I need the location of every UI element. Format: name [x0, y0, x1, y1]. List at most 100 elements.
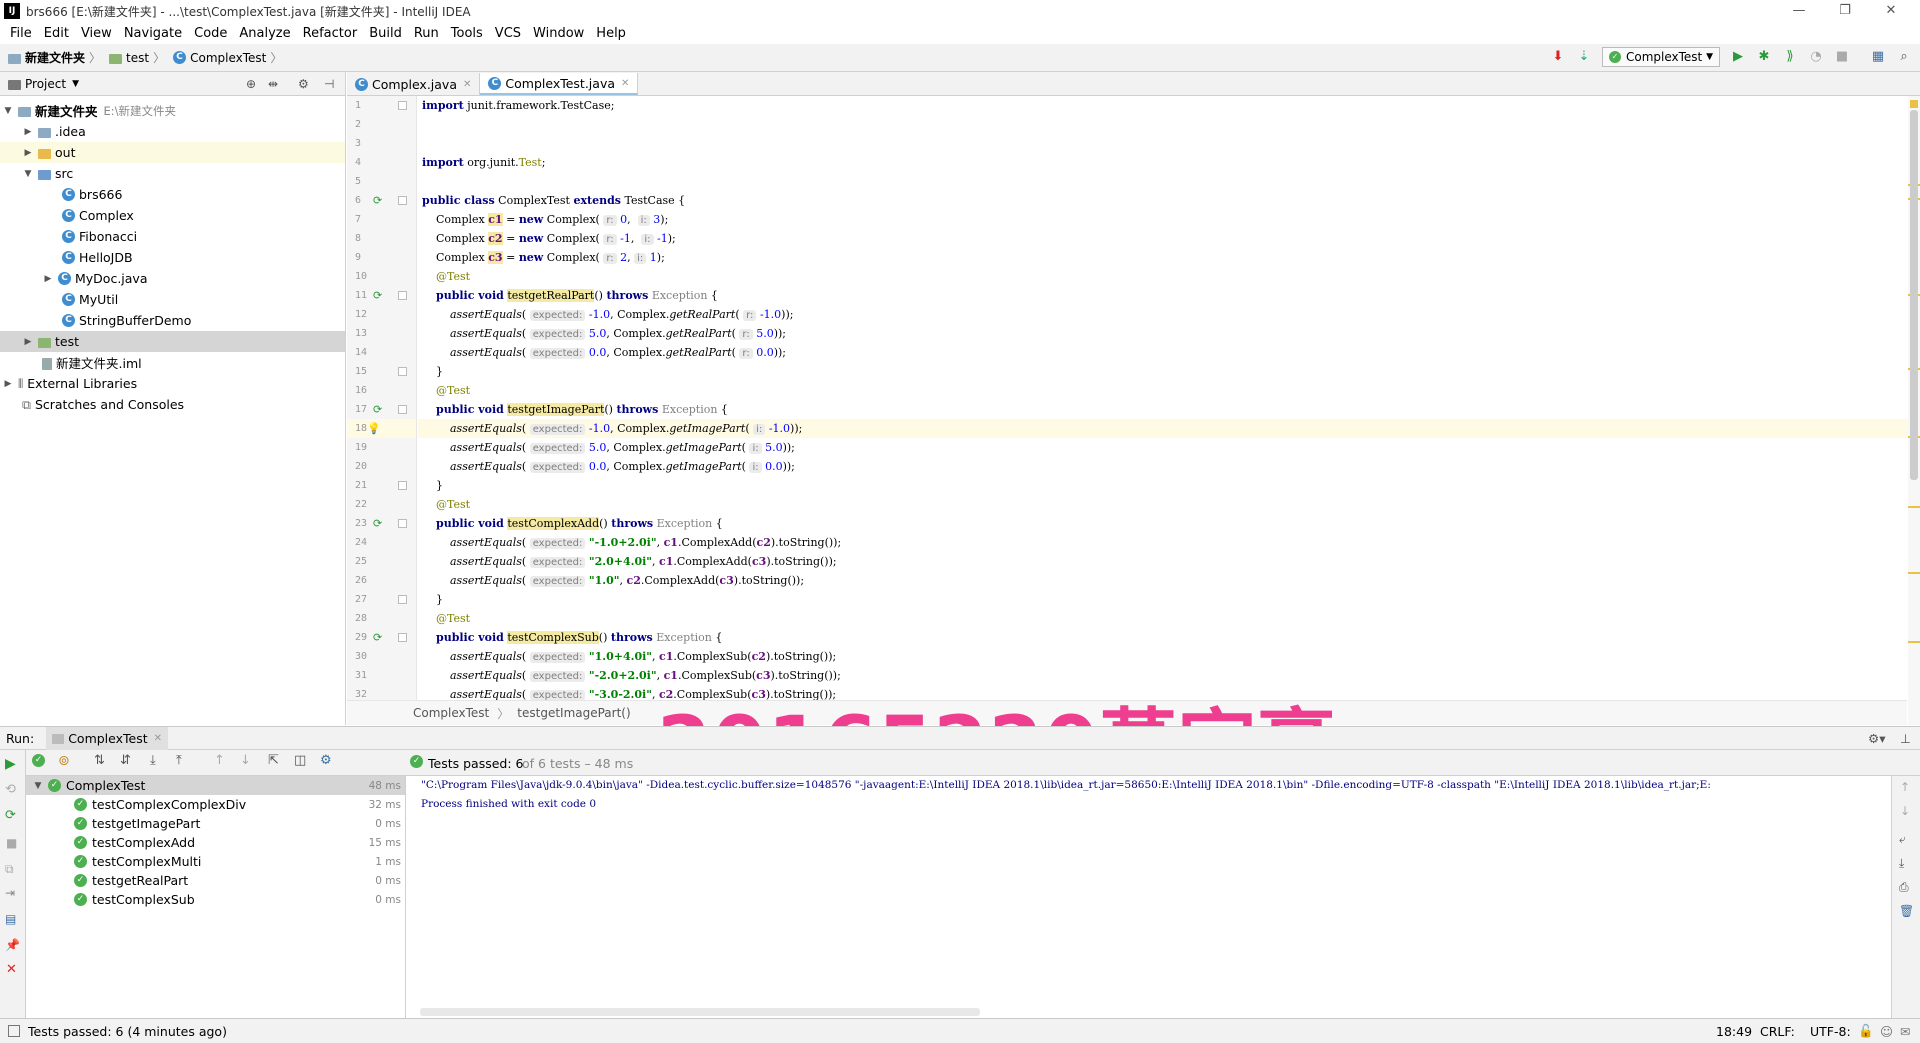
close-tab-icon[interactable]: ✕ — [154, 733, 162, 744]
code-line[interactable] — [418, 172, 1908, 191]
code-line[interactable]: } — [418, 476, 1908, 495]
close-tab-icon[interactable]: ✕ — [621, 78, 629, 89]
collapse-all-icon[interactable]: ⤒ — [176, 753, 182, 768]
code-line[interactable]: @Test — [418, 267, 1908, 286]
gear-icon[interactable]: ⚙▾ — [1868, 731, 1885, 746]
menu-window[interactable]: Window — [527, 26, 590, 41]
tree-item-external-libraries[interactable]: ▶ ⫴ External Libraries — [0, 373, 345, 394]
close-tab-icon[interactable]: ✕ — [463, 79, 471, 90]
code-line[interactable]: Complex c3 = new Complex( r: 2, i: 1); — [418, 248, 1908, 267]
test-row[interactable]: ✓ testgetImagePart 0 ms — [26, 814, 405, 833]
history-icon[interactable]: ◫ — [294, 753, 306, 768]
code-editor[interactable]: import junit.framework.TestCase; import … — [418, 96, 1908, 700]
test-suite-row[interactable]: ▼ ✓ ComplexTest 48 ms — [26, 776, 405, 795]
profile-icon[interactable]: ◔ — [1808, 49, 1824, 65]
locate-icon[interactable]: ⊕ — [246, 77, 256, 91]
run-test-icon[interactable]: ⟳ — [373, 631, 386, 644]
fold-icon[interactable] — [398, 481, 407, 490]
fold-icon[interactable] — [398, 101, 407, 110]
tree-item-brs666[interactable]: Cbrs666 — [0, 184, 345, 205]
test-row[interactable]: ✓ testComplexSub 0 ms — [26, 890, 405, 909]
code-line[interactable]: assertEquals( expected: 0.0, Complex.get… — [418, 457, 1908, 476]
code-line[interactable]: public void testgetRealPart() throws Exc… — [418, 286, 1908, 305]
scrollbar-thumb[interactable] — [1910, 110, 1918, 480]
menu-analyze[interactable]: Analyze — [233, 26, 296, 41]
chevron-down-icon[interactable]: ▼ — [72, 79, 79, 89]
tree-item-stringbufferdemo[interactable]: C StringBufferDemo — [0, 310, 345, 331]
code-line[interactable]: assertEquals( expected: "2.0+4.0i", c1.C… — [418, 552, 1908, 571]
menu-refactor[interactable]: Refactor — [297, 26, 364, 41]
code-line[interactable]: public void testComplexAdd() throws Exce… — [418, 514, 1908, 533]
up-arrow-icon[interactable]: ↑ — [1900, 780, 1910, 794]
code-line[interactable] — [418, 115, 1908, 134]
breadcrumb-test[interactable]: test 〉 — [109, 49, 169, 66]
show-ignored-icon[interactable]: ⊚ — [58, 753, 70, 769]
code-line[interactable]: import org.junit.Test; — [418, 153, 1908, 172]
search-icon[interactable]: ⌕ — [1896, 49, 1912, 65]
print-icon[interactable]: ⎙ — [1899, 880, 1909, 895]
sort-icon[interactable]: ⇣ — [1576, 49, 1592, 65]
fold-icon[interactable] — [398, 519, 407, 528]
run-config-select[interactable]: ✓ ComplexTest ▼ — [1602, 47, 1720, 67]
code-line[interactable]: assertEquals( expected: "1.0", c2.Comple… — [418, 571, 1908, 590]
pin-icon[interactable]: 📌 — [5, 938, 20, 952]
code-line[interactable]: import junit.framework.TestCase; — [418, 96, 1908, 115]
test-row[interactable]: ✓ testComplexMulti 1 ms — [26, 852, 405, 871]
tree-item-mydoc[interactable]: ▶ C MyDoc.java — [0, 268, 345, 289]
code-line[interactable]: assertEquals( expected: "-1.0+2.0i", c1.… — [418, 533, 1908, 552]
code-line[interactable]: } — [418, 362, 1908, 381]
fold-icon[interactable] — [398, 367, 407, 376]
menu-run[interactable]: Run — [408, 26, 445, 41]
code-line[interactable]: } — [418, 590, 1908, 609]
project-structure-icon[interactable]: ▦ — [1870, 49, 1886, 65]
hide-panel-icon[interactable]: ⊣ — [324, 77, 334, 91]
tree-item-scratches[interactable]: ⧉ Scratches and Consoles — [0, 394, 345, 415]
sort-alpha-icon[interactable]: ⇅ — [94, 753, 105, 768]
scroll-to-end-icon[interactable]: ⤓ — [1899, 856, 1904, 871]
tab-complex-java[interactable]: C Complex.java ✕ — [347, 73, 481, 95]
debug-icon[interactable]: ✱ — [1756, 49, 1772, 65]
hide-panel-icon[interactable]: ⊥ — [1900, 731, 1911, 746]
code-line[interactable]: assertEquals( expected: -1.0, Complex.ge… — [418, 305, 1908, 324]
line-separator[interactable]: CRLF: — [1760, 1024, 1795, 1039]
test-row[interactable]: ✓ testComplexComplexDiv 32 ms — [26, 795, 405, 814]
warning-indicator-icon[interactable] — [1910, 100, 1918, 108]
event-log-icon[interactable]: ✉ — [1900, 1024, 1910, 1039]
close-icon[interactable]: ✕ — [6, 962, 17, 977]
code-line[interactable]: Complex c1 = new Complex( r: 0, i: 3); — [418, 210, 1908, 229]
test-row[interactable]: ✓ testgetRealPart 0 ms — [26, 871, 405, 890]
inspector-icon[interactable]: ☺ — [1880, 1024, 1893, 1039]
tree-item-hellojdb[interactable]: C HelloJDB — [0, 247, 345, 268]
project-panel-title[interactable]: Project — [25, 77, 66, 91]
menu-view[interactable]: View — [75, 26, 118, 41]
caret-position[interactable]: 18:49 — [1716, 1024, 1752, 1039]
fold-icon[interactable] — [398, 196, 407, 205]
next-test-icon[interactable]: ↓ — [240, 753, 251, 768]
tab-complextest-java[interactable]: C ComplexTest.java ✕ — [480, 73, 639, 95]
menu-vcs[interactable]: VCS — [489, 26, 527, 41]
tree-item-fibonacci[interactable]: C Fibonacci — [0, 226, 345, 247]
tree-item-test[interactable]: ▶ test — [0, 331, 345, 352]
code-line[interactable]: assertEquals( expected: -1.0, Complex.ge… — [418, 419, 1908, 438]
tree-item-root[interactable]: ▼ 新建文件夹 E:\新建文件夹 — [0, 100, 345, 121]
previous-test-icon[interactable]: ↑ — [214, 753, 225, 768]
code-line[interactable]: assertEquals( expected: "1.0+4.0i", c1.C… — [418, 647, 1908, 666]
coverage-icon[interactable]: ⟫ — [1782, 49, 1798, 65]
editor-scrollbar[interactable] — [1908, 96, 1920, 725]
code-line[interactable]: public class ComplexTest extends TestCas… — [418, 191, 1908, 210]
fold-icon[interactable] — [398, 633, 407, 642]
collapse-icon[interactable]: ⇹ — [268, 77, 278, 91]
export-icon[interactable]: ⧉ — [5, 862, 14, 877]
menu-help[interactable]: Help — [590, 26, 632, 41]
rerun-icon[interactable]: ▶ — [5, 756, 16, 772]
menu-edit[interactable]: Edit — [38, 26, 75, 41]
import-icon[interactable]: ⇥ — [5, 886, 15, 900]
code-line[interactable]: @Test — [418, 381, 1908, 400]
tree-item-complex[interactable]: C Complex — [0, 205, 345, 226]
run-test-icon[interactable]: ⟳ — [373, 194, 386, 207]
soft-wrap-icon[interactable]: ⤶ — [1899, 832, 1906, 847]
code-line[interactable]: public void testComplexSub() throws Exce… — [418, 628, 1908, 647]
stop-icon[interactable]: ■ — [1834, 49, 1850, 65]
code-line[interactable]: @Test — [418, 495, 1908, 514]
file-encoding[interactable]: UTF-8: — [1810, 1024, 1851, 1039]
